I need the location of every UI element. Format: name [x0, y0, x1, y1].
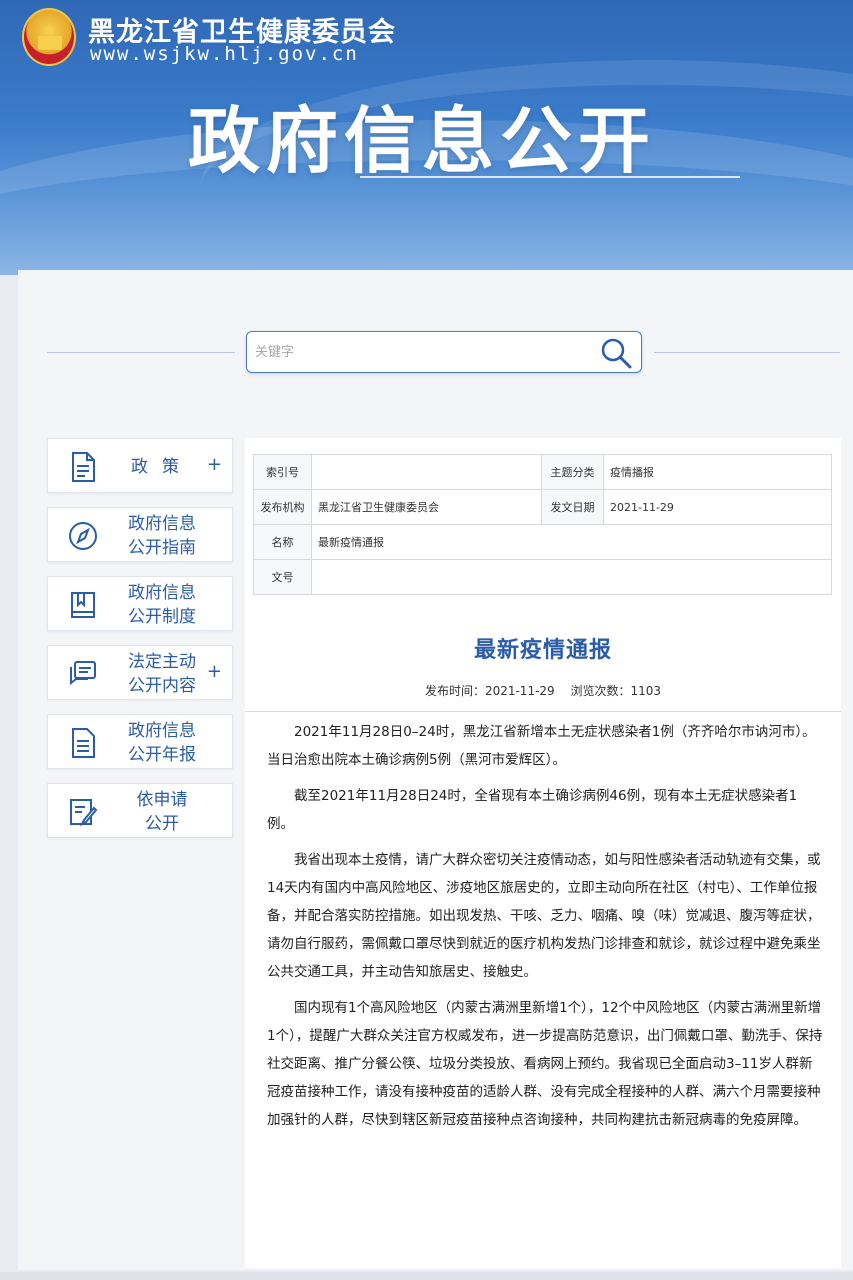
topic-label: 主题分类 [541, 454, 604, 490]
metadata-table: 索引号 主题分类 疫情播报 发布机构 黑龙江省卫生健康委员会 发文日期 2021… [253, 454, 832, 595]
sidebar-item-label: 法定主动 公开内容 [128, 652, 196, 696]
sidebar-item-label: 政策 [131, 457, 193, 477]
name-value: 最新疫情通报 [311, 524, 832, 560]
search-divider-left [47, 352, 235, 353]
table-row: 索引号 主题分类 疫情播报 [253, 454, 832, 490]
banner-divider [360, 176, 740, 178]
sidebar-item-guide[interactable]: 政府信息 公开指南 [47, 507, 233, 562]
index-label: 索引号 [253, 454, 312, 490]
paragraph: 2021年11月28日0–24时，黑龙江省新增本土无症状感染者1例（齐齐哈尔市讷… [267, 724, 816, 768]
sidebar-item-annual-report[interactable]: 政府信息 公开年报 [47, 714, 233, 769]
sidebar-item-policy[interactable]: 政策 + [47, 438, 233, 493]
sidebar-item-label: 依申请 公开 [136, 790, 188, 834]
header-banner: ★ 黑龙江省卫生健康委员会 www.wsjkw.hlj.gov.cn 政府信息公… [0, 0, 853, 275]
sidebar-item-label: 政府信息 公开年报 [128, 721, 196, 765]
compass-icon [69, 522, 97, 550]
org-label: 发布机构 [253, 489, 312, 525]
bottom-bar [0, 1272, 853, 1280]
report-icon [72, 728, 95, 758]
sidebar-item-label: 政府信息 公开指南 [128, 514, 196, 558]
document-icon [72, 452, 95, 482]
banner-title: 政府信息公开 [188, 99, 657, 183]
search-box[interactable] [246, 331, 642, 373]
view-count: 浏览次数：1103 [570, 684, 662, 698]
search-icon[interactable] [599, 336, 633, 370]
chat-icon [70, 661, 96, 686]
table-row: 文号 [253, 559, 832, 595]
edit-icon [70, 799, 98, 827]
article-body: 2021年11月28日0–24时，黑龙江省新增本土无症状感染者1例（齐齐哈尔市讷… [267, 718, 823, 1142]
sidebar-item-label: 政府信息 公开制度 [128, 583, 196, 627]
search-input[interactable] [255, 338, 585, 366]
paragraph: 截至2021年11月28日24时，全省现有本土确诊病例46例，现有本土无症状感染… [267, 788, 798, 832]
sidebar-item-system[interactable]: 政府信息 公开制度 [47, 576, 233, 631]
divider [245, 711, 841, 712]
national-emblem-icon: ★ [22, 8, 76, 66]
expand-icon[interactable]: + [207, 454, 222, 475]
docno-value [311, 559, 832, 595]
date-label: 发文日期 [541, 489, 604, 525]
index-value [311, 454, 542, 490]
name-label: 名称 [253, 524, 312, 560]
site-url[interactable]: www.wsjkw.hlj.gov.cn [90, 43, 359, 65]
date-value: 2021-11-29 [603, 489, 832, 525]
org-value: 黑龙江省卫生健康委员会 [311, 489, 542, 525]
table-row: 名称 最新疫情通报 [253, 524, 832, 560]
book-icon [71, 592, 95, 618]
docno-label: 文号 [253, 559, 312, 595]
sidebar-item-content[interactable]: 法定主动 公开内容 + [47, 645, 233, 700]
expand-icon[interactable]: + [207, 661, 222, 682]
paragraph: 国内现有1个高风险地区（内蒙古满洲里新增1个），12个中风险地区（内蒙古满洲里新… [267, 1000, 823, 1128]
article-title: 最新疫情通报 [473, 638, 612, 663]
table-row: 发布机构 黑龙江省卫生健康委员会 发文日期 2021-11-29 [253, 489, 832, 525]
paragraph: 我省出现本土疫情，请广大群众密切关注疫情动态，如与阳性感染者活动轨迹有交集，或1… [267, 852, 821, 980]
sidebar-item-apply[interactable]: 依申请 公开 [47, 783, 233, 838]
article-panel: 索引号 主题分类 疫情播报 发布机构 黑龙江省卫生健康委员会 发文日期 2021… [245, 438, 841, 1268]
article-meta: 发布时间：2021-11-29 浏览次数：1103 [245, 682, 841, 699]
topic-value: 疫情播报 [603, 454, 832, 490]
search-divider-right [654, 352, 840, 353]
publish-time: 发布时间：2021-11-29 [424, 684, 555, 698]
